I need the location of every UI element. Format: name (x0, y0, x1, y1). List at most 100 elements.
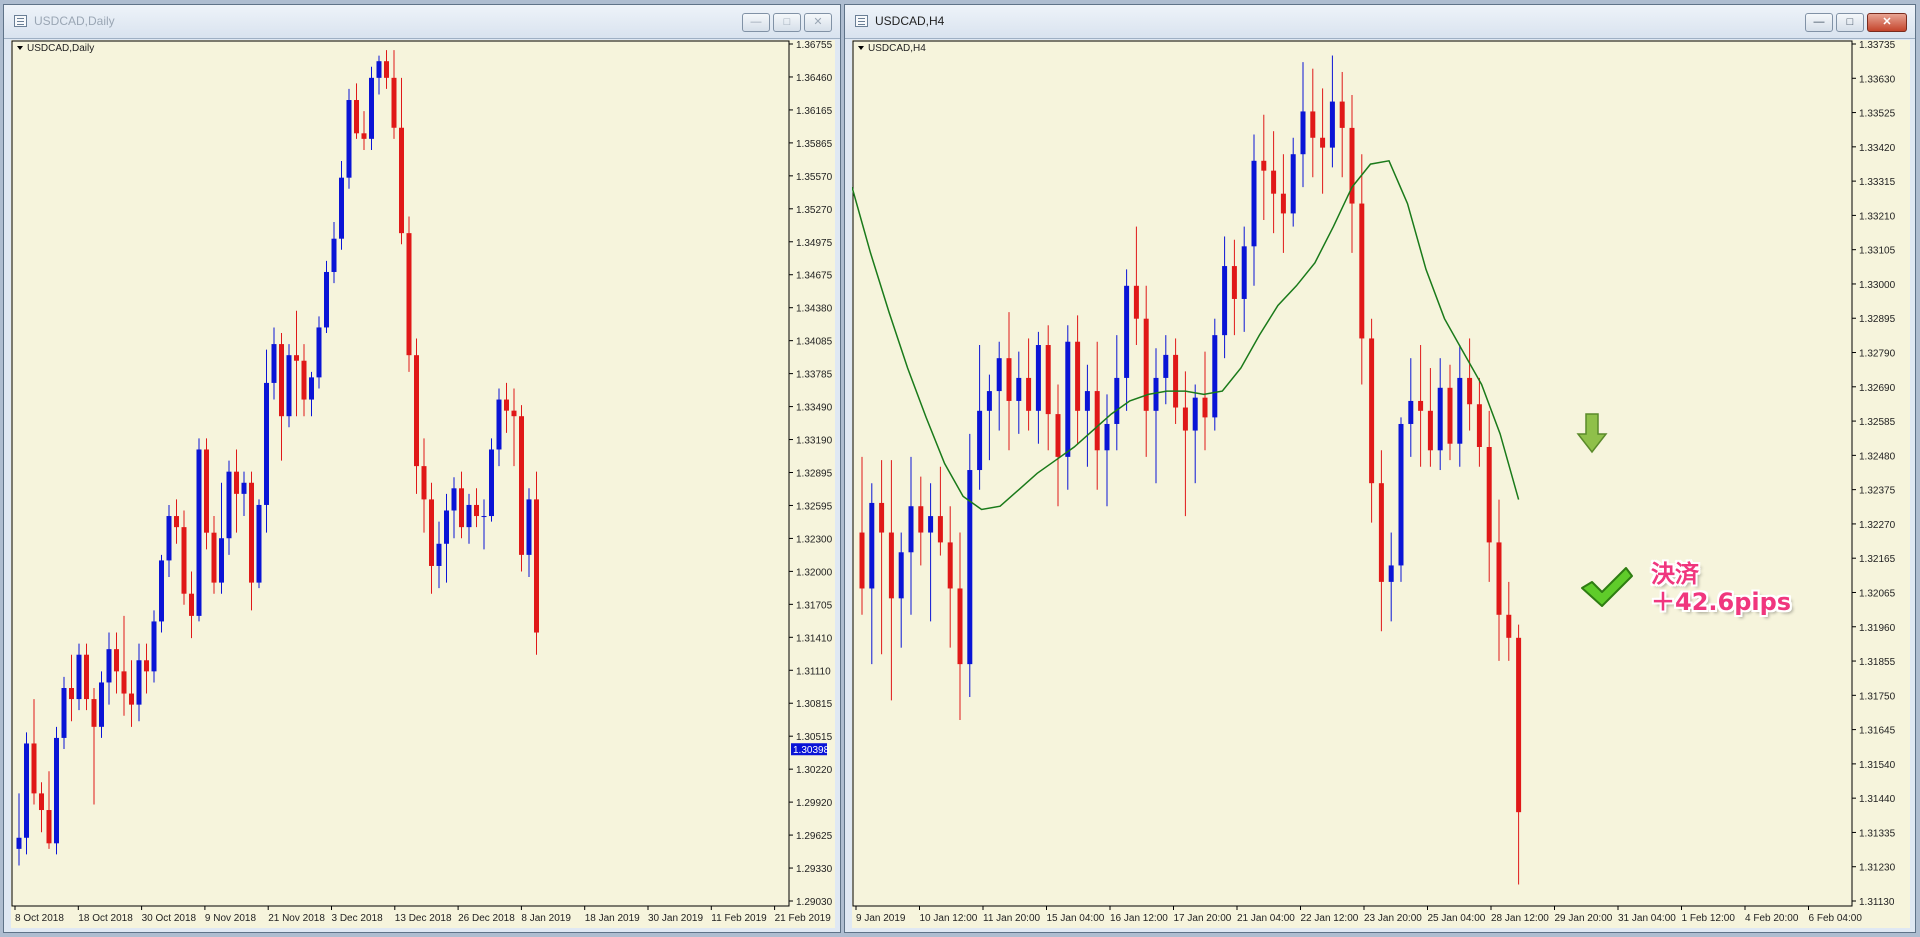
candle-body (1300, 111, 1306, 155)
candle-body (526, 499, 532, 555)
candle-body (1163, 354, 1169, 378)
candle (406, 216, 412, 372)
y-tick-label: 1.35570 (796, 172, 833, 183)
candle-body (1065, 341, 1071, 457)
y-tick-label: 1.34085 (796, 337, 833, 348)
candle-body (406, 233, 412, 356)
candle-body (279, 344, 284, 417)
y-tick-label: 1.32480 (1859, 451, 1896, 462)
candle-body (918, 506, 924, 533)
candle-body (1378, 483, 1384, 582)
y-tick-label: 1.33525 (1859, 109, 1896, 120)
x-tick-label: 16 Jan 12:00 (1110, 913, 1168, 924)
candle-body (1182, 407, 1188, 431)
x-tick-label: 3 Dec 2018 (332, 913, 384, 924)
candle (24, 732, 29, 855)
candle (967, 433, 973, 698)
candle-body (189, 593, 194, 616)
candle-body (391, 77, 397, 128)
y-tick-label: 1.32000 (796, 567, 833, 578)
x-tick-label: 15 Jan 04:00 (1047, 913, 1105, 924)
candle-body (1476, 404, 1482, 448)
symbol-label: USDCAD,H4 (868, 43, 926, 54)
candle-body (879, 502, 885, 533)
candle-body (504, 399, 509, 411)
candle-body (1388, 565, 1394, 582)
y-tick-label: 1.29030 (796, 897, 833, 908)
candle-body (54, 737, 59, 844)
candle-body (928, 516, 934, 533)
y-tick-label: 1.33190 (796, 436, 833, 447)
close-button[interactable]: ✕ (1867, 13, 1907, 32)
daily-candlestick-chart[interactable]: 1.36755 1.36460 1.36165 1.35865 1.35570 1.352… (11, 40, 835, 928)
y-tick-label: 1.30515 (796, 732, 833, 743)
candle-body (859, 532, 865, 589)
candle-body (474, 504, 479, 517)
candle (54, 726, 59, 855)
candle-body (1427, 410, 1433, 451)
x-tick-label: 25 Jan 04:00 (1428, 913, 1486, 924)
candle-body (1006, 358, 1012, 401)
daily-chart-window[interactable]: USDCAD,Daily — □ ✕ 1.36755 1.36460 1.36165… (3, 4, 841, 933)
x-tick-label: 8 Oct 2018 (15, 913, 64, 924)
candle-body (1437, 387, 1443, 451)
x-tick-label: 31 Jan 04:00 (1618, 913, 1676, 924)
h4-window-titlebar[interactable]: USDCAD,H4 — □ ✕ (845, 5, 1915, 39)
candle-body (1261, 160, 1267, 171)
y-tick-label: 1.31705 (796, 600, 833, 611)
candle-body (376, 61, 382, 78)
x-tick-label: 11 Feb 2019 (711, 913, 767, 924)
candle-body (1104, 423, 1110, 451)
y-tick-label: 1.31440 (1859, 794, 1896, 805)
y-tick-label: 1.34675 (796, 271, 833, 282)
candle-body (481, 516, 487, 518)
h4-chart-window[interactable]: USDCAD,H4 — □ ✕ 1.33735 1.33630 1.33525 1.3… (844, 4, 1916, 933)
candle-body (211, 532, 217, 583)
y-tick-label: 1.32270 (1859, 520, 1896, 531)
candle-body (1486, 447, 1492, 543)
candle-body (114, 649, 119, 672)
y-tick-label: 1.33490 (796, 403, 833, 414)
candle-body (1084, 391, 1090, 411)
candle-body (1271, 170, 1277, 194)
close-button[interactable]: ✕ (804, 13, 832, 32)
x-tick-label: 26 Dec 2018 (458, 913, 515, 924)
candle-body (1496, 542, 1502, 615)
x-tick-label: 30 Jan 2019 (648, 913, 703, 924)
candle-body (286, 355, 292, 417)
minimize-button[interactable]: — (1805, 13, 1833, 32)
annotation-line-1: 決済 (1651, 560, 1699, 588)
y-tick-label: 1.36755 (796, 40, 833, 51)
candle-body (151, 621, 157, 672)
y-tick-label: 1.34975 (796, 238, 833, 249)
h4-candlestick-chart[interactable]: 1.33735 1.33630 1.33525 1.33420 1.33315 1.332… (852, 40, 1910, 928)
candle-body (144, 660, 149, 672)
y-tick-label: 1.31130 (1859, 897, 1895, 908)
candle-body (519, 416, 524, 555)
y-tick-label: 1.29625 (796, 831, 833, 842)
candle-body (181, 527, 187, 594)
candle-body (159, 560, 164, 622)
y-tick-label: 1.31110 (796, 666, 831, 677)
y-tick-label: 1.32895 (1859, 314, 1896, 325)
restore-button[interactable]: □ (1836, 13, 1864, 32)
candle-body (996, 358, 1002, 392)
candle-body (264, 382, 269, 505)
candle-body (219, 538, 224, 583)
candle-body (937, 516, 943, 543)
candle-body (414, 355, 419, 467)
restore-button[interactable]: □ (773, 13, 801, 32)
daily-window-titlebar[interactable]: USDCAD,Daily — □ ✕ (4, 5, 840, 39)
candle-body (1290, 154, 1296, 214)
candle-body (1192, 397, 1198, 431)
y-tick-label: 1.31335 (1859, 828, 1896, 839)
candle-body (1173, 354, 1179, 408)
y-tick-label: 1.31410 (796, 633, 833, 644)
candle-body (91, 699, 97, 727)
minimize-button[interactable]: — (742, 13, 770, 32)
candle-body (76, 654, 82, 700)
candle (346, 88, 352, 189)
candle-body (346, 100, 352, 178)
x-tick-label: 30 Oct 2018 (142, 913, 197, 924)
candle-body (324, 271, 329, 328)
